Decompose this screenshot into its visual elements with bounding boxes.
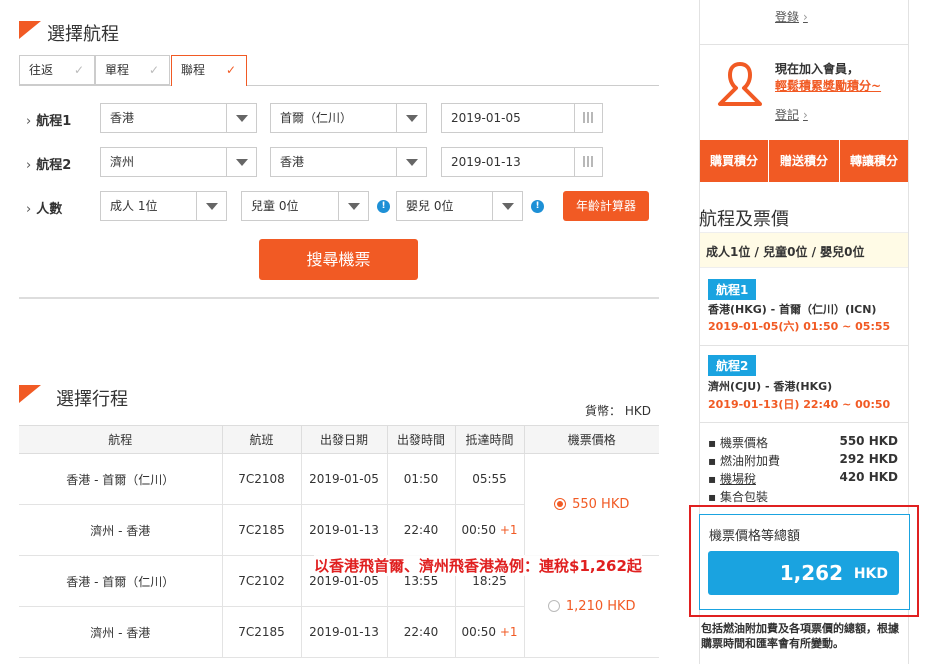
col-arr: 抵達時間 (454, 425, 524, 454)
infant-select[interactable]: 嬰兒 0位 (396, 191, 523, 221)
fee-label-tax[interactable]: ▪ 機場稅 (708, 470, 756, 487)
leg2-from-select[interactable]: 濟州 (100, 147, 257, 177)
fare-title: 航程及票價 (699, 209, 789, 230)
fee-label-fuel: ▪ 燃油附加費 (708, 454, 780, 468)
sidebar-divider (700, 422, 908, 423)
search-flights-button[interactable]: 搜尋機票 (259, 239, 418, 280)
fee-value-tax: 420 HKD (839, 470, 898, 484)
section-divider (19, 297, 659, 299)
pax-summary: 成人1位 / 兒童0位 / 嬰兒0位 (706, 245, 865, 259)
chevron-down-icon (338, 192, 368, 220)
pax-label: 人數 (26, 198, 62, 217)
segment2-route: 濟州(CJU) - 香港(HKG) (708, 380, 833, 393)
tab-one-way[interactable]: 單程 ✓ (95, 55, 170, 85)
leg2-date-input[interactable]: 2019-01-13 (441, 147, 603, 177)
join-text: 現在加入會員， (775, 62, 860, 76)
chevron-down-icon (226, 148, 256, 176)
col-price: 機票價格 (523, 425, 659, 454)
col-flight: 航班 (221, 425, 301, 454)
total-amount-box: 1,262 HKD (708, 551, 899, 595)
fare-option-550[interactable]: 550 HKD (523, 453, 659, 556)
segment2-time: 2019-01-13(日) 22:40 ~ 00:50 (708, 398, 891, 411)
total-label: 機票價格等總額 (709, 529, 801, 544)
info-icon[interactable]: ! (531, 200, 544, 213)
sidebar-divider (700, 44, 908, 45)
select-flight-title: 選擇航程 (47, 24, 119, 45)
flight-results-table: 航程 航班 出發日期 出發時間 抵達時間 機票價格 香港 - 首爾（仁川） 7C… (19, 425, 659, 658)
leg1-label: 航程1 (26, 110, 71, 129)
leg1-date-input[interactable]: 2019-01-05 (441, 103, 603, 133)
gift-points-button[interactable]: 贈送積分 (769, 140, 839, 182)
leg1-to-select[interactable]: 首爾（仁川） (270, 103, 427, 133)
info-icon[interactable]: ! (377, 200, 390, 213)
fee-value-fare: 550 HKD (839, 434, 898, 448)
child-select[interactable]: 兒童 0位 (241, 191, 369, 221)
section-flag-icon (19, 21, 41, 39)
total-footnote: 包括燃油附加費及各項票價的總額，根據購票時間和匯率會有所變動。 (701, 622, 899, 650)
leg2-to-select[interactable]: 香港 (270, 147, 427, 177)
chevron-down-icon (196, 192, 226, 220)
table-row: 香港 - 首爾（仁川） 7C2108 2019-01-05 01:50 05:5… (19, 453, 659, 556)
fee-label-fare: ▪ 機票價格 (708, 436, 768, 450)
transfer-points-button[interactable]: 轉讓積分 (840, 140, 908, 182)
adult-select[interactable]: 成人 1位 (100, 191, 227, 221)
price-annotation: 以香港飛首爾、濟州飛香港為例：連稅$1,262起 (314, 555, 642, 576)
chevron-down-icon (396, 148, 426, 176)
chevron-down-icon (226, 104, 256, 132)
leg2-label: 航程2 (26, 154, 71, 173)
segment2-badge: 航程2 (708, 355, 757, 376)
tab-multi-city[interactable]: 聯程 ✓ (171, 55, 247, 86)
currency-label: 貨幣： HKD (585, 404, 651, 418)
check-icon: ✓ (225, 63, 236, 77)
section-flag-icon (19, 385, 41, 403)
check-icon: ✓ (148, 63, 159, 77)
col-date: 出發日期 (300, 425, 387, 454)
leg1-from-select[interactable]: 香港 (100, 103, 257, 133)
chevron-down-icon (396, 104, 426, 132)
radio-selected[interactable] (554, 498, 567, 510)
buy-points-button[interactable]: 購買積分 (700, 140, 768, 182)
login-link[interactable]: 登錄 › (775, 8, 808, 25)
chevron-down-icon (492, 192, 522, 220)
fee-value-fuel: 292 HKD (839, 452, 898, 466)
calendar-icon (574, 104, 602, 132)
segment1-route: 香港(HKG) - 首爾（仁川）(ICN) (708, 303, 877, 316)
calendar-icon (574, 148, 602, 176)
age-calculator-button[interactable]: 年齡計算器 (563, 191, 649, 221)
itinerary-title: 選擇行程 (56, 389, 128, 410)
signup-link[interactable]: 登記 › (775, 106, 808, 123)
table-header-row: 航程 航班 出發日期 出發時間 抵達時間 機票價格 (19, 425, 659, 454)
check-icon: ✓ (73, 63, 84, 77)
join-highlight[interactable]: 輕鬆積累獎勵積分~ (775, 77, 881, 94)
tab-round-trip[interactable]: 往返 ✓ (19, 55, 95, 85)
col-dep: 出發時間 (386, 425, 455, 454)
tabs-rule (247, 85, 659, 86)
tabs-rule (19, 85, 171, 86)
member-icon (718, 62, 762, 106)
segment1-badge: 航程1 (708, 279, 757, 300)
col-route: 航程 (19, 425, 222, 454)
sidebar-divider (700, 345, 908, 346)
radio-unselected[interactable] (547, 600, 560, 612)
segment1-time: 2019-01-05(六) 01:50 ~ 05:55 (708, 320, 891, 333)
fee-label-bundle: ▪ 集合包裝 (708, 490, 768, 504)
